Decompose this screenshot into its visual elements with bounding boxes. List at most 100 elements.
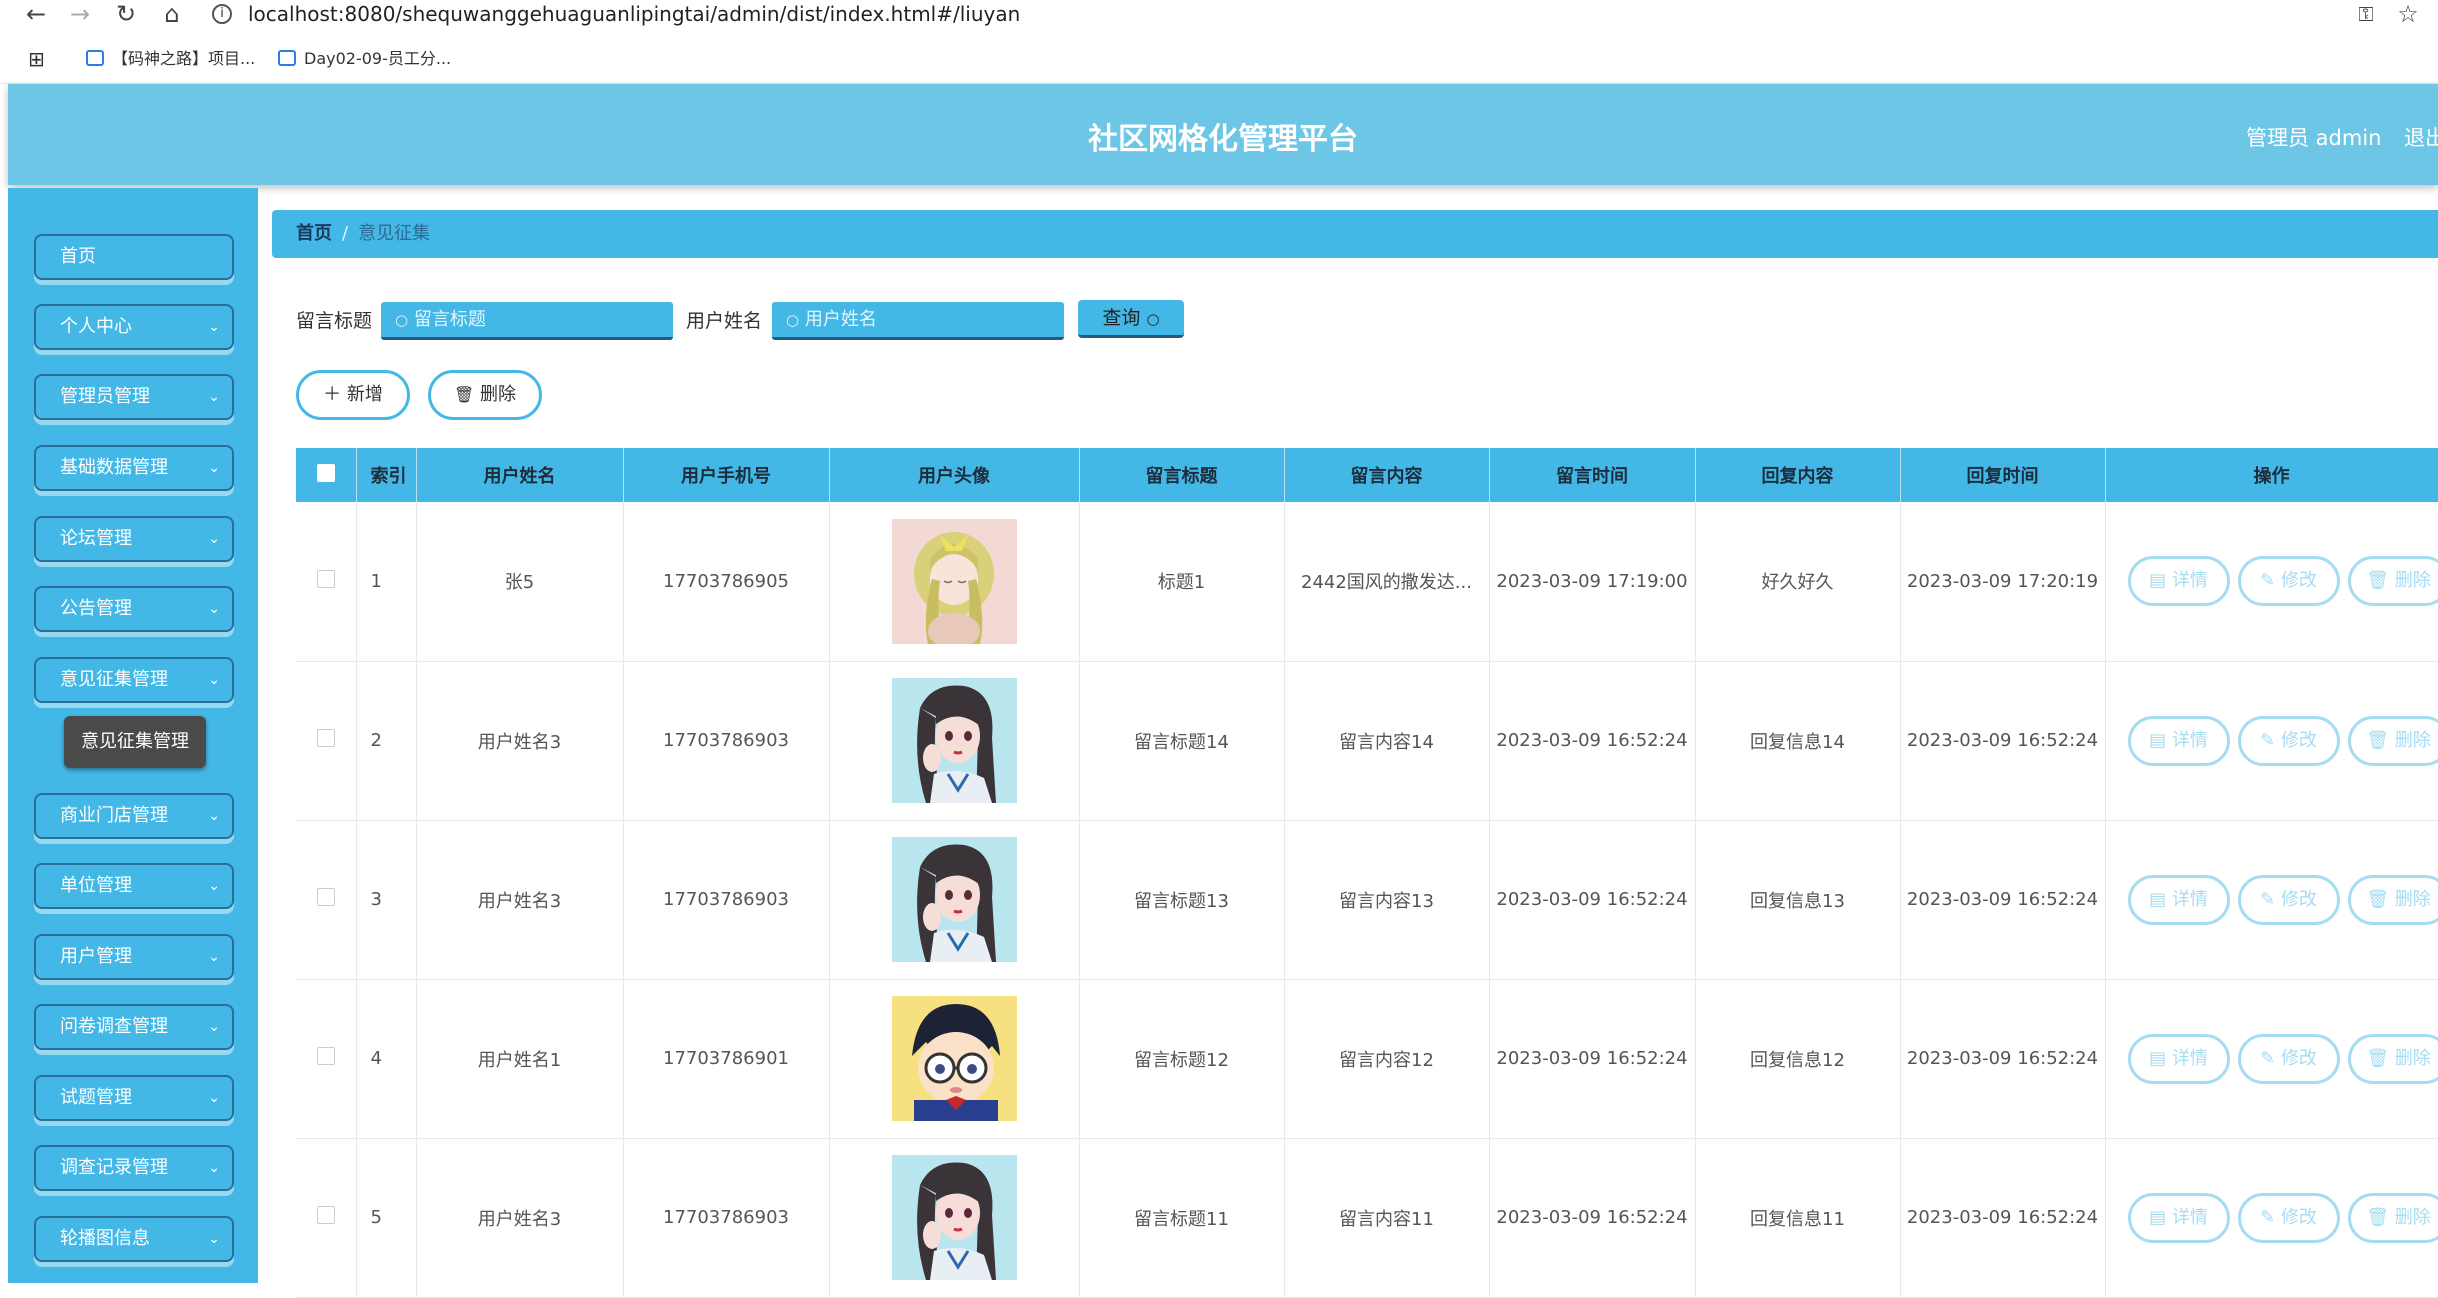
sidebar: 首页个人中心⌄管理员管理⌄基础数据管理⌄论坛管理⌄公告管理⌄意见征集管理⌄商业门… bbox=[8, 188, 258, 1283]
home-icon[interactable]: ⌂ bbox=[156, 0, 188, 28]
cell-reply-time: 2023-03-09 16:52:24 bbox=[1900, 661, 2105, 820]
chevron-down-icon: ⌄ bbox=[208, 659, 220, 701]
table-header-row: 索引 用户姓名 用户手机号 用户头像 留言标题 留言内容 留言时间 回复内容 回… bbox=[296, 448, 2438, 502]
sidebar-subitem-active[interactable]: 意见征集管理 bbox=[64, 716, 206, 768]
sidebar-item[interactable]: 试题管理⌄ bbox=[34, 1075, 234, 1121]
star-icon[interactable]: ☆ bbox=[2392, 0, 2424, 28]
chevron-down-icon: ⌄ bbox=[208, 1218, 220, 1260]
chevron-down-icon: ⌄ bbox=[208, 588, 220, 630]
edit-button[interactable]: ✎ 修改 bbox=[2238, 1034, 2340, 1084]
cell-actions: ▤ 详情✎ 修改🗑 删除 bbox=[2105, 1138, 2438, 1297]
sidebar-item[interactable]: 调查记录管理⌄ bbox=[34, 1145, 234, 1191]
header-reply: 回复内容 bbox=[1695, 448, 1900, 502]
sidebar-item[interactable]: 基础数据管理⌄ bbox=[34, 445, 234, 491]
admin-label: 管理员 admin bbox=[2246, 122, 2381, 152]
sidebar-item[interactable]: 个人中心⌄ bbox=[34, 304, 234, 350]
search-icon: ○ bbox=[1146, 310, 1159, 328]
row-delete-button[interactable]: 🗑 删除 bbox=[2348, 1193, 2438, 1243]
name-search-input[interactable]: ○ 用户姓名 bbox=[772, 302, 1064, 340]
cell-avatar bbox=[829, 1138, 1079, 1297]
back-icon[interactable]: ← bbox=[20, 0, 52, 28]
avatar[interactable] bbox=[892, 996, 1017, 1121]
detail-button[interactable]: ▤ 详情 bbox=[2128, 716, 2230, 766]
avatar[interactable] bbox=[892, 519, 1017, 644]
sidebar-item[interactable]: 用户管理⌄ bbox=[34, 934, 234, 980]
bookmark-icon bbox=[278, 50, 296, 66]
cell-actions: ▤ 详情✎ 修改🗑 删除 bbox=[2105, 820, 2438, 979]
sidebar-item[interactable]: 问卷调查管理⌄ bbox=[34, 1004, 234, 1050]
chevron-down-icon: ⌄ bbox=[208, 936, 220, 978]
document-icon: ▤ bbox=[2149, 730, 2166, 751]
detail-button[interactable]: ▤ 详情 bbox=[2128, 1193, 2230, 1243]
pencil-icon: ✎ bbox=[2260, 1048, 2275, 1069]
table-row: 1张517703786905标题12442国风的撒发达...2023-03-09… bbox=[296, 502, 2438, 661]
avatar[interactable] bbox=[892, 837, 1017, 962]
edit-button[interactable]: ✎ 修改 bbox=[2238, 1193, 2340, 1243]
sidebar-item[interactable]: 公告管理⌄ bbox=[34, 586, 234, 632]
header-actions: 操作 bbox=[2105, 448, 2438, 502]
cell-name: 用户姓名3 bbox=[416, 1138, 623, 1297]
cell-index: 2 bbox=[356, 661, 416, 820]
avatar[interactable] bbox=[892, 1155, 1017, 1280]
pencil-icon: ✎ bbox=[2260, 889, 2275, 910]
trash-icon: 🗑 bbox=[454, 385, 474, 404]
chevron-down-icon: ⌄ bbox=[208, 1147, 220, 1189]
pencil-icon: ✎ bbox=[2260, 570, 2275, 591]
sidebar-item[interactable]: 意见征集管理⌄ bbox=[34, 657, 234, 703]
sidebar-item[interactable]: 管理员管理⌄ bbox=[34, 374, 234, 420]
cell-index: 1 bbox=[356, 502, 416, 661]
select-all-checkbox[interactable] bbox=[296, 448, 356, 502]
header-title: 留言标题 bbox=[1079, 448, 1284, 502]
trash-icon: 🗑 bbox=[2366, 730, 2389, 751]
key-icon[interactable]: ⚿ bbox=[2350, 0, 2382, 28]
cell-index: 4 bbox=[356, 979, 416, 1138]
sidebar-item[interactable]: 首页 bbox=[34, 234, 234, 280]
delete-button[interactable]: 🗑 删除 bbox=[428, 370, 542, 420]
edit-button[interactable]: ✎ 修改 bbox=[2238, 716, 2340, 766]
url-bar[interactable]: localhost:8080/shequwanggehuaguanlipingt… bbox=[248, 0, 1020, 28]
row-delete-button[interactable]: 🗑 删除 bbox=[2348, 556, 2438, 606]
reload-icon[interactable]: ↻ bbox=[110, 0, 142, 28]
sidebar-item[interactable]: 轮播图信息⌄ bbox=[34, 1216, 234, 1262]
forward-icon[interactable]: → bbox=[64, 0, 96, 28]
plus-icon: ＋ bbox=[323, 384, 341, 405]
title-search-input[interactable]: ○ 留言标题 bbox=[381, 302, 673, 340]
detail-button[interactable]: ▤ 详情 bbox=[2128, 1034, 2230, 1084]
cell-reply: 回复信息13 bbox=[1695, 820, 1900, 979]
apps-icon[interactable]: ⊞ bbox=[28, 44, 45, 74]
edit-button[interactable]: ✎ 修改 bbox=[2238, 875, 2340, 925]
row-checkbox[interactable] bbox=[296, 979, 356, 1138]
bookmark-1[interactable]: 【码神之路】项目... bbox=[86, 44, 255, 74]
query-button[interactable]: 查询 ○ bbox=[1078, 300, 1184, 338]
info-icon[interactable]: i bbox=[212, 4, 232, 24]
row-checkbox[interactable] bbox=[296, 820, 356, 979]
breadcrumb-separator: / bbox=[342, 223, 348, 244]
cell-actions: ▤ 详情✎ 修改🗑 删除 bbox=[2105, 979, 2438, 1138]
row-checkbox[interactable] bbox=[296, 1138, 356, 1297]
bookmark-2[interactable]: Day02-09-员工分... bbox=[278, 44, 451, 74]
row-delete-button[interactable]: 🗑 删除 bbox=[2348, 1034, 2438, 1084]
detail-button[interactable]: ▤ 详情 bbox=[2128, 556, 2230, 606]
edit-button[interactable]: ✎ 修改 bbox=[2238, 556, 2340, 606]
sidebar-item[interactable]: 商业门店管理⌄ bbox=[34, 793, 234, 839]
add-button[interactable]: ＋ 新增 bbox=[296, 370, 410, 420]
row-delete-button[interactable]: 🗑 删除 bbox=[2348, 875, 2438, 925]
chevron-down-icon: ⌄ bbox=[208, 795, 220, 837]
row-checkbox[interactable] bbox=[296, 661, 356, 820]
detail-button[interactable]: ▤ 详情 bbox=[2128, 875, 2230, 925]
avatar[interactable] bbox=[892, 678, 1017, 803]
header-reply-time: 回复时间 bbox=[1900, 448, 2105, 502]
cell-name: 用户姓名3 bbox=[416, 820, 623, 979]
logout-link[interactable]: 退出 bbox=[2404, 122, 2438, 152]
search-icon: ○ bbox=[395, 311, 408, 329]
row-checkbox[interactable] bbox=[296, 502, 356, 661]
sidebar-item[interactable]: 单位管理⌄ bbox=[34, 863, 234, 909]
cell-content: 留言内容14 bbox=[1284, 661, 1489, 820]
cell-reply-time: 2023-03-09 17:20:19 bbox=[1900, 502, 2105, 661]
header-content: 留言内容 bbox=[1284, 448, 1489, 502]
sidebar-item[interactable]: 论坛管理⌄ bbox=[34, 516, 234, 562]
row-delete-button[interactable]: 🗑 删除 bbox=[2348, 716, 2438, 766]
cell-actions: ▤ 详情✎ 修改🗑 删除 bbox=[2105, 661, 2438, 820]
breadcrumb-home[interactable]: 首页 bbox=[296, 223, 332, 244]
chevron-down-icon: ⌄ bbox=[208, 447, 220, 489]
